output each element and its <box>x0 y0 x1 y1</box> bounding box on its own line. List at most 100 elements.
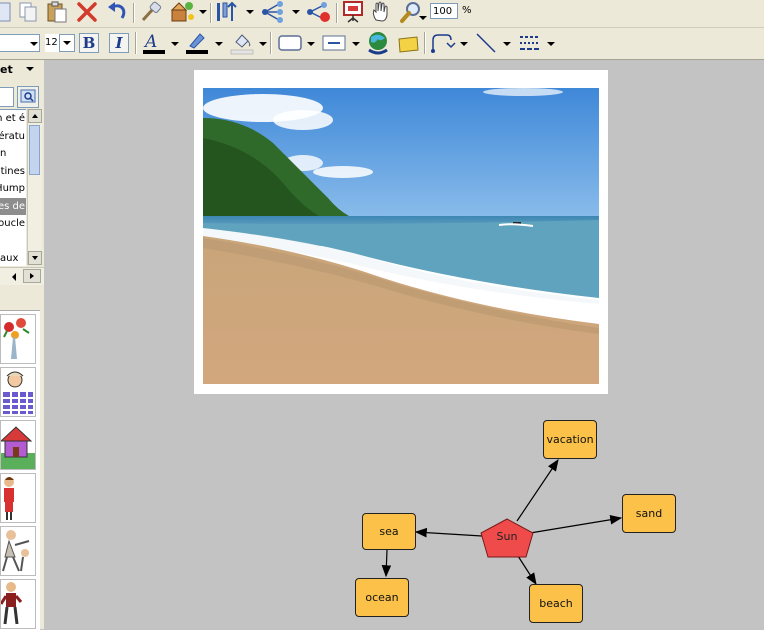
list-item-label: otines <box>0 165 25 177</box>
clipart-flowers[interactable] <box>0 314 36 364</box>
edge-sun-beach <box>517 555 537 586</box>
chevron-down-icon[interactable] <box>307 42 315 46</box>
chevron-down-icon[interactable] <box>171 42 179 46</box>
list-item[interactable]: n et é <box>0 110 26 128</box>
hand-pan-icon[interactable] <box>368 0 394 24</box>
italic-button[interactable]: I <box>109 33 129 53</box>
clipart-dancers[interactable] <box>0 526 36 576</box>
sidebar-title: et <box>0 63 13 76</box>
highlight-icon[interactable] <box>183 30 211 56</box>
clipart-man[interactable] <box>0 579 36 629</box>
line-style-icon[interactable] <box>516 30 544 56</box>
copy-icon[interactable] <box>16 0 40 24</box>
edge-sun-sand <box>529 515 623 534</box>
scroll-down-button[interactable] <box>28 251 42 265</box>
delete-icon[interactable] <box>74 0 100 24</box>
mindmap-node-sand[interactable]: sand <box>622 494 676 533</box>
scroll-right-button[interactable] <box>23 269 41 283</box>
scroll-thumb[interactable] <box>29 125 40 175</box>
chevron-down-icon[interactable] <box>292 10 300 14</box>
search-input[interactable] <box>0 87 14 107</box>
insert-object-icon[interactable] <box>168 0 196 24</box>
zoom-input[interactable]: 100 <box>430 3 458 19</box>
add-subtopic-icon[interactable] <box>303 0 333 24</box>
separator <box>210 3 211 23</box>
node-label: Sun <box>496 530 518 543</box>
chevron-down-icon[interactable] <box>503 42 511 46</box>
chevron-down-icon[interactable] <box>199 10 207 14</box>
scroll-up-button[interactable] <box>28 109 42 123</box>
undo-icon[interactable] <box>104 0 130 24</box>
bold-button[interactable]: B <box>79 33 99 53</box>
svg-text:A: A <box>143 32 157 52</box>
chevron-down-icon[interactable] <box>352 42 360 46</box>
scroll-left-icon <box>12 273 16 281</box>
chevron-down-icon[interactable] <box>215 42 223 46</box>
list-item-label: Hump <box>0 183 25 194</box>
zoom-unit-label: % <box>462 5 472 16</box>
list-item-label: n et é <box>0 113 25 124</box>
beach-photo <box>203 88 599 384</box>
format-painter-icon[interactable] <box>138 0 164 24</box>
photo-frame[interactable] <box>194 70 608 394</box>
chevron-down-icon[interactable] <box>419 16 427 20</box>
separator <box>135 32 136 54</box>
fill-color-icon[interactable] <box>228 30 256 56</box>
list-item[interactable] <box>0 233 26 251</box>
list-item[interactable]: ératu <box>0 128 26 146</box>
list-item-label: n <box>0 148 7 159</box>
list-item-label: aux <box>0 253 19 264</box>
list-scrollbar[interactable] <box>27 109 42 265</box>
list-item[interactable]: Boucle <box>0 215 26 233</box>
format-toolbar: 12 B I A <box>0 28 764 60</box>
search-icon <box>20 89 36 103</box>
paste-icon[interactable] <box>44 0 70 24</box>
chevron-down-icon[interactable] <box>26 67 34 71</box>
topic-list[interactable]: n et é ératu n otines Hump es de Boucle aux <box>0 109 26 266</box>
separator <box>133 3 134 23</box>
zoom-icon[interactable] <box>398 0 424 24</box>
clipart-house[interactable] <box>0 420 36 470</box>
chevron-down-icon[interactable] <box>460 42 468 46</box>
mindmap-node-sea[interactable]: sea <box>362 513 416 550</box>
chevron-down-icon[interactable] <box>246 10 254 14</box>
font-size-select[interactable]: 12 <box>45 34 59 52</box>
list-item[interactable]: es de <box>0 197 26 215</box>
mindmap-node-vacation[interactable]: vacation <box>543 420 597 459</box>
font-color-icon[interactable]: A <box>140 30 168 56</box>
separator <box>270 32 271 54</box>
list-item-label: ératu <box>0 130 25 142</box>
border-style-icon[interactable] <box>320 30 348 56</box>
tree-layout-icon[interactable] <box>260 0 288 24</box>
hyperlink-icon[interactable] <box>364 30 392 56</box>
search-button[interactable] <box>17 86 39 108</box>
presentation-icon[interactable] <box>340 0 366 24</box>
separator <box>336 3 337 23</box>
shape-icon[interactable] <box>276 30 304 56</box>
clipart-person-checkered[interactable] <box>0 367 36 417</box>
clipart-woman[interactable] <box>0 473 36 523</box>
chevron-down-icon[interactable] <box>547 42 555 46</box>
font-size-dropdown[interactable] <box>59 34 75 52</box>
edge-sun-sea <box>414 527 483 538</box>
mindmap-node-beach[interactable]: beach <box>529 584 583 623</box>
horizontal-scrollbar[interactable] <box>0 267 44 285</box>
list-item[interactable]: n <box>0 145 26 163</box>
line-icon[interactable] <box>472 30 500 56</box>
chevron-down-icon <box>63 41 71 45</box>
list-item[interactable]: otines <box>0 163 26 181</box>
align-icon[interactable] <box>214 0 240 24</box>
connector-icon[interactable] <box>428 30 458 56</box>
list-item-label: Boucle <box>0 218 25 229</box>
list-item[interactable]: aux <box>0 250 26 266</box>
clipart-gallery <box>0 310 40 630</box>
mindmap-node-center[interactable]: Sun <box>480 518 534 558</box>
note-icon[interactable] <box>395 30 421 56</box>
separator <box>424 32 425 54</box>
chevron-down-icon[interactable] <box>259 42 267 46</box>
list-item-label: es de <box>0 200 25 212</box>
list-item[interactable]: Hump <box>0 180 26 198</box>
chevron-down-icon[interactable] <box>30 42 38 46</box>
cut-icon[interactable] <box>0 0 14 24</box>
mindmap-node-ocean[interactable]: ocean <box>355 578 409 617</box>
